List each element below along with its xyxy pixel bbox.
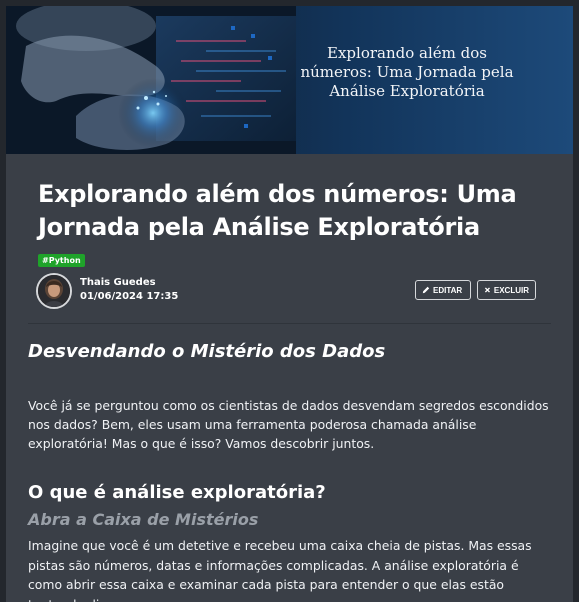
close-icon — [484, 287, 490, 293]
banner-title: Explorando além dos números: Uma Jornada… — [300, 44, 514, 100]
post-title: Explorando além dos números: Uma Jornada… — [38, 180, 517, 241]
pencil-icon — [422, 286, 430, 294]
page-frame: Explorando além dos números: Uma Jornada… — [0, 0, 579, 602]
delete-button[interactable]: EXCLUIR — [477, 280, 536, 300]
avatar-image — [38, 275, 70, 307]
edit-button-label: EDITAR — [433, 285, 463, 295]
author-info: Thais Guedes 01/06/2024 17:35 — [80, 276, 178, 304]
article-paragraph-2: Imagine que você é um detetive e recebeu… — [28, 538, 532, 602]
edit-button[interactable]: EDITAR — [415, 280, 471, 300]
author-avatar[interactable] — [36, 273, 72, 309]
divider — [28, 323, 551, 324]
hand-with-data-illustration — [6, 6, 296, 154]
article-paragraph-1: Você já se perguntou como os cientistas … — [28, 398, 549, 451]
delete-button-label: EXCLUIR — [493, 285, 529, 295]
tag-badge[interactable]: #Python — [38, 254, 85, 267]
article-heading-1: Desvendando o Mistério dos Dados — [28, 341, 386, 362]
post-date: 01/06/2024 17:35 — [80, 291, 179, 302]
article-heading-2: O que é análise exploratória? — [28, 482, 326, 503]
post-banner-image: Explorando além dos números: Uma Jornada… — [6, 6, 573, 154]
author-name[interactable]: Thais Guedes — [80, 276, 178, 290]
post-content: Explorando além dos números: Uma Jornada… — [6, 154, 573, 602]
article-heading-3: Abra a Caixa de Mistérios — [28, 510, 259, 529]
article-body: Desvendando o Mistério dos Dados Você já… — [28, 340, 551, 602]
post-meta: Thais Guedes 01/06/2024 17:35 EDITAR EXC… — [36, 273, 551, 313]
